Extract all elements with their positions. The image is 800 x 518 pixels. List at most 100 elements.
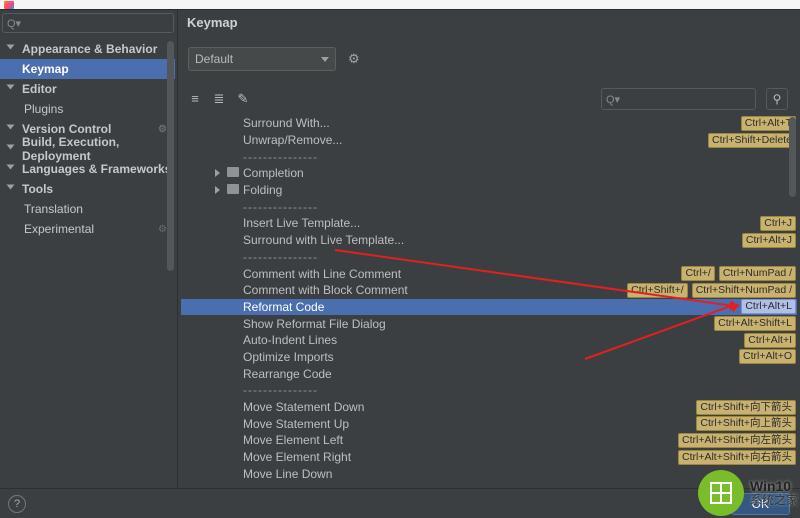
- action-label: Show Reformat File Dialog: [243, 317, 386, 331]
- action-label: Move Statement Down: [243, 400, 364, 414]
- sidebar-item[interactable]: Appearance & Behavior: [0, 39, 175, 59]
- sidebar-item[interactable]: Build, Execution, Deployment: [0, 139, 175, 159]
- settings-search-input[interactable]: Q▾: [2, 13, 174, 33]
- tree-scrollbar[interactable]: [789, 117, 796, 197]
- help-button[interactable]: ?: [8, 495, 26, 513]
- sidebar-item-label: Tools: [22, 182, 53, 196]
- tree-row[interactable]: Rearrange Code: [181, 365, 797, 382]
- edit-shortcut-icon[interactable]: ✎: [236, 91, 250, 107]
- tree-row[interactable]: Folding: [181, 182, 797, 199]
- sidebar-item[interactable]: Tools: [0, 179, 175, 199]
- shortcut-group: Ctrl+Shift+向下箭头: [696, 400, 796, 415]
- sidebar-scrollbar[interactable]: [167, 41, 174, 271]
- shortcut-group: Ctrl+Alt+O: [739, 349, 796, 364]
- shortcut-pill: Ctrl+Alt+I: [744, 333, 796, 348]
- keymap-toolbar: ≡ ≣ ✎ Q▾ ⚲: [188, 87, 788, 111]
- sidebar-item-label: Translation: [24, 202, 83, 216]
- sidebar-item-label: Keymap: [22, 62, 69, 76]
- action-label: Surround With...: [243, 116, 330, 130]
- shortcut-group: Ctrl+Alt+T: [741, 116, 796, 131]
- tree-row[interactable]: Unwrap/Remove...Ctrl+Shift+Delete: [181, 132, 797, 149]
- tree-row[interactable]: Comment with Line CommentCtrl+/Ctrl+NumP…: [181, 265, 797, 282]
- sidebar-item[interactable]: Languages & Frameworks: [0, 159, 175, 179]
- shortcut-pill: Ctrl+Alt+O: [739, 349, 796, 364]
- chevron-icon: [7, 45, 15, 50]
- action-label: Insert Live Template...: [243, 216, 360, 230]
- tree-row[interactable]: Move Element LeftCtrl+Alt+Shift+向左箭头: [181, 432, 797, 449]
- sidebar-item[interactable]: Plugins: [0, 99, 175, 119]
- shortcut-pill: Ctrl+Alt+Shift+向左箭头: [678, 433, 796, 448]
- shortcut-group: Ctrl+Alt+I: [744, 333, 796, 348]
- collapse-all-icon[interactable]: ≣: [212, 91, 226, 107]
- tree-row[interactable]: Reformat Code Ctrl+Alt+L: [181, 299, 797, 316]
- shortcut-pill: Ctrl+Alt+J: [742, 233, 796, 248]
- sidebar-item[interactable]: Translation: [0, 199, 175, 219]
- sidebar-item-label: Plugins: [24, 102, 63, 116]
- tree-row[interactable]: ---------------: [181, 249, 797, 266]
- sidebar-item-label: Version Control: [22, 122, 111, 136]
- watermark: Win10系统之家: [698, 470, 798, 516]
- action-label: ---------------: [243, 250, 318, 264]
- action-label: ---------------: [243, 383, 318, 397]
- sidebar-item[interactable]: Keymap: [0, 59, 175, 79]
- action-search-input[interactable]: Q▾: [601, 88, 756, 110]
- tree-row[interactable]: Surround With... Ctrl+Alt+T: [181, 115, 797, 132]
- tree-row[interactable]: Surround with Live Template... Ctrl+Alt+J: [181, 232, 797, 249]
- sidebar-item-label: Languages & Frameworks: [22, 162, 171, 176]
- sidebar-item[interactable]: Experimental⚙: [0, 219, 175, 239]
- shortcut-group: Ctrl+J: [760, 216, 796, 231]
- tree-row[interactable]: Optimize ImportsCtrl+Alt+O: [181, 349, 797, 366]
- keymap-settings-gear-icon[interactable]: ⚙: [348, 51, 360, 67]
- find-by-shortcut-button[interactable]: ⚲: [766, 88, 788, 110]
- shortcut-pill: Ctrl+Shift+/: [627, 283, 688, 298]
- tree-row[interactable]: ---------------: [181, 198, 797, 215]
- tree-row[interactable]: ---------------: [181, 148, 797, 165]
- shortcut-group: Ctrl+Alt+L: [741, 299, 796, 314]
- action-label: ---------------: [243, 200, 318, 214]
- keymap-action-tree[interactable]: Surround With... Ctrl+Alt+TUnwrap/Remove.…: [181, 115, 797, 488]
- shortcut-pill: Ctrl+Shift+Delete: [708, 133, 796, 148]
- expand-icon[interactable]: [215, 169, 220, 177]
- expand-icon[interactable]: [215, 186, 220, 194]
- tree-row[interactable]: Move Element Right Ctrl+Alt+Shift+向右箭头: [181, 449, 797, 466]
- shortcut-pill: Ctrl+J: [760, 216, 796, 231]
- sidebar-item-label: Appearance & Behavior: [22, 42, 157, 56]
- native-titlebar: [0, 0, 800, 9]
- tree-row[interactable]: Completion: [181, 165, 797, 182]
- shortcut-group: Ctrl+Alt+J: [742, 233, 796, 248]
- shortcut-pill: Ctrl+Alt+Shift+向右箭头: [678, 450, 796, 465]
- expand-all-icon[interactable]: ≡: [188, 91, 202, 107]
- page-title: Keymap: [187, 15, 238, 30]
- settings-dialog: Q▾ Keymap Appearance & Behavior Keymap Edi…: [0, 9, 800, 518]
- tree-row[interactable]: Auto-Indent Lines Ctrl+Alt+I: [181, 332, 797, 349]
- folder-icon: [227, 184, 239, 194]
- keymap-profile-select[interactable]: Default: [188, 47, 336, 71]
- dialog-footer: ? OK: [0, 488, 800, 518]
- sidebar-item[interactable]: Editor: [0, 79, 175, 99]
- action-label: Reformat Code: [243, 300, 324, 314]
- scope-icon: ⚙: [158, 224, 167, 235]
- shortcut-pill: Ctrl+Alt+Shift+L: [714, 316, 796, 331]
- chevron-icon: [7, 85, 15, 90]
- tree-row[interactable]: Move Statement UpCtrl+Shift+向上箭头: [181, 415, 797, 432]
- tree-row[interactable]: Show Reformat File Dialog Ctrl+Alt+Shift+…: [181, 315, 797, 332]
- tree-row[interactable]: Comment with Block CommentCtrl+Shift+/Ct…: [181, 282, 797, 299]
- action-label: Completion: [243, 166, 304, 180]
- app-icon: [4, 1, 14, 9]
- folder-icon: [227, 167, 239, 177]
- action-label: ---------------: [243, 150, 318, 164]
- action-label: Surround with Live Template...: [243, 233, 404, 247]
- shortcut-pill: Ctrl+Shift+NumPad /: [692, 283, 796, 298]
- tree-row[interactable]: Insert Live Template... Ctrl+J: [181, 215, 797, 232]
- action-label: Move Statement Up: [243, 417, 349, 431]
- chevron-icon: [7, 185, 15, 190]
- action-label: Move Element Right: [243, 450, 351, 464]
- action-label: Auto-Indent Lines: [243, 333, 337, 347]
- action-label: Rearrange Code: [243, 367, 332, 381]
- chevron-down-icon: [321, 57, 329, 62]
- tree-row[interactable]: Move Statement Down Ctrl+Shift+向下箭头: [181, 399, 797, 416]
- tree-row[interactable]: ---------------: [181, 382, 797, 399]
- search-icon: Q▾: [7, 17, 21, 30]
- action-label: Comment with Line Comment: [243, 267, 401, 281]
- keymap-panel: Default ⚙ ≡ ≣ ✎ Q▾ ⚲ Surround With... Ctr…: [178, 39, 800, 488]
